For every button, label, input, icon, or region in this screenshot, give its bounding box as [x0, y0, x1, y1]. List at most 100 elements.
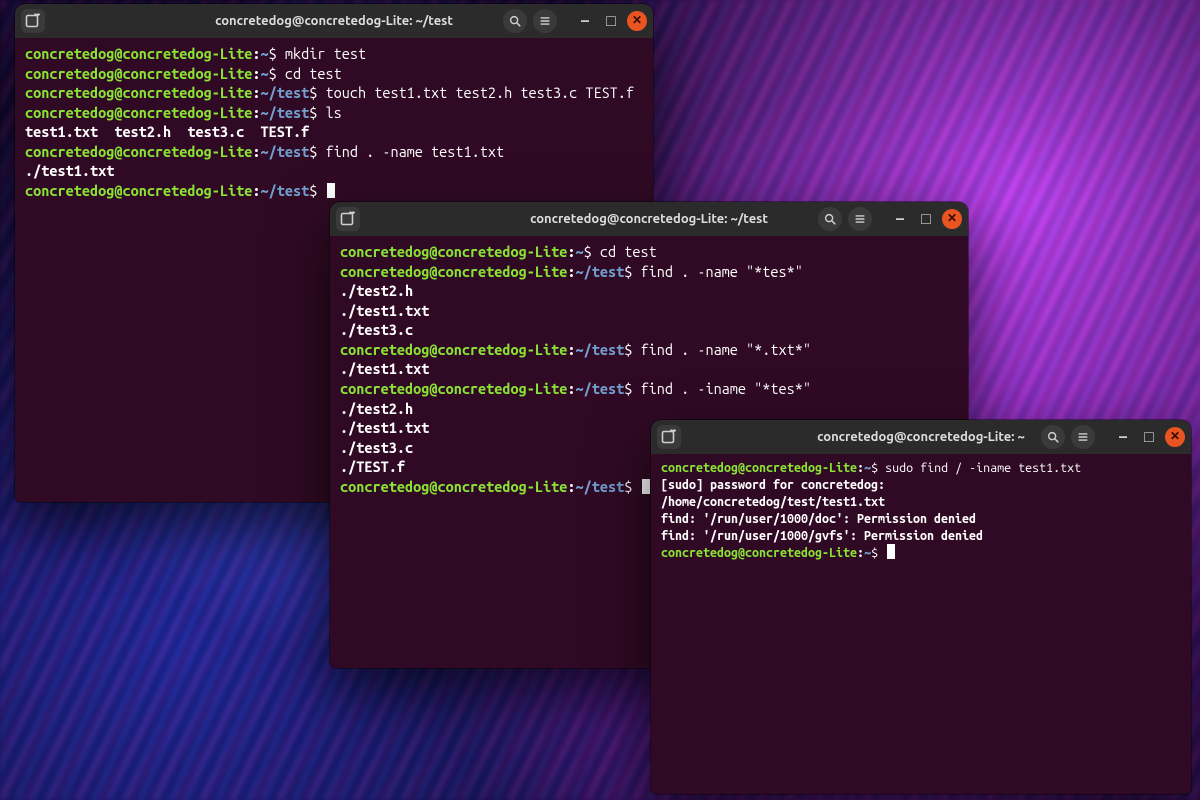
search-button[interactable] — [1041, 425, 1065, 449]
terminal-body[interactable]: concretedog@concretedog-Lite:~$ sudo fin… — [651, 454, 1191, 576]
output-text: ./test1.txt — [340, 302, 429, 319]
minimize-button[interactable]: – — [890, 207, 910, 231]
prompt-user: concretedog — [340, 243, 429, 260]
close-button[interactable]: ✕ — [942, 209, 962, 229]
prompt-user: concretedog — [661, 461, 738, 475]
terminal-line: concretedog@concretedog-Lite:~/test$ fin… — [340, 340, 958, 360]
terminal-window-3[interactable]: concretedog@concretedog-Lite: ~ — [651, 420, 1191, 794]
prompt-user: concretedog — [25, 104, 114, 121]
command-text: mkdir test — [285, 45, 366, 62]
prompt-cwd: ~/test — [576, 341, 625, 358]
command-text: ls — [325, 104, 341, 121]
minimize-button[interactable]: – — [1113, 425, 1133, 449]
close-icon: ✕ — [947, 213, 957, 225]
minimize-icon: – — [1119, 429, 1127, 445]
menu-button[interactable] — [533, 9, 557, 33]
prompt-host: concretedog-Lite — [122, 84, 252, 101]
terminal-line: ./test1.txt — [340, 301, 958, 321]
new-tab-button[interactable] — [21, 9, 45, 33]
terminal-line: concretedog@concretedog-Lite:~$ cd test — [25, 64, 643, 84]
window-title: concretedog@concretedog-Lite: ~/test — [215, 14, 453, 28]
terminal-line: ./test2.h — [340, 281, 958, 301]
terminal-line: concretedog@concretedog-Lite:~/test$ fin… — [25, 142, 643, 162]
terminal-line: concretedog@concretedog-Lite:~/test$ fin… — [340, 262, 958, 282]
search-button[interactable] — [503, 9, 527, 33]
prompt-user: concretedog — [25, 84, 114, 101]
search-icon — [823, 212, 837, 226]
window-title: concretedog@concretedog-Lite: ~/test — [530, 212, 768, 226]
terminal-line: concretedog@concretedog-Lite:~/test$ fin… — [340, 379, 958, 399]
terminal-line: concretedog@concretedog-Lite:~/test$ tou… — [25, 83, 643, 103]
prompt-cwd: ~ — [261, 45, 269, 62]
minimize-icon: – — [896, 211, 904, 227]
terminal-line: /home/concretedog/test/test1.txt — [661, 494, 1181, 511]
prompt-user: concretedog — [25, 182, 114, 199]
prompt-host: concretedog-Lite — [437, 478, 567, 495]
titlebar[interactable]: concretedog@concretedog-Lite: ~ — [651, 420, 1191, 454]
command-text: find . -name "*tes*" — [640, 263, 802, 280]
titlebar[interactable]: concretedog@concretedog-Lite: ~/test — [15, 4, 653, 38]
terminal-body[interactable]: concretedog@concretedog-Lite:~$ mkdir te… — [15, 38, 653, 215]
prompt-host: concretedog-Lite — [122, 182, 252, 199]
terminal-line: concretedog@concretedog-Lite:~$ sudo fin… — [661, 460, 1181, 477]
close-button[interactable]: ✕ — [627, 11, 647, 31]
prompt-cwd: ~/test — [261, 143, 310, 160]
terminal-line: concretedog@concretedog-Lite:~/test$ ls — [25, 103, 643, 123]
titlebar[interactable]: concretedog@concretedog-Lite: ~/test — [330, 202, 968, 236]
search-icon — [508, 14, 522, 28]
prompt-cwd: ~ — [261, 65, 269, 82]
search-button[interactable] — [818, 207, 842, 231]
maximize-button[interactable]: □ — [601, 9, 621, 33]
new-tab-icon — [340, 211, 356, 227]
prompt-host: concretedog-Lite — [122, 104, 252, 121]
minimize-icon: – — [581, 13, 589, 29]
terminal-line: [sudo] password for concretedog: — [661, 477, 1181, 494]
terminal-line: concretedog@concretedog-Lite:~$ cd test — [340, 242, 958, 262]
command-text: find . -name "*.txt*" — [640, 341, 811, 358]
minimize-button[interactable]: – — [575, 9, 595, 33]
command-text: cd test — [600, 243, 657, 260]
new-tab-icon — [661, 429, 677, 445]
new-tab-icon — [25, 13, 41, 29]
terminal-line: concretedog@concretedog-Lite:~$ mkdir te… — [25, 44, 643, 64]
terminal-line: find: '/run/user/1000/doc': Permission d… — [661, 511, 1181, 528]
prompt-host: concretedog-Lite — [122, 45, 252, 62]
menu-button[interactable] — [848, 207, 872, 231]
prompt-cwd: ~/test — [261, 182, 310, 199]
menu-icon — [538, 14, 552, 28]
terminal-line: test1.txt test2.h test3.c TEST.f — [25, 122, 643, 142]
output-text: ./test3.c — [340, 321, 413, 338]
prompt-user: concretedog — [340, 263, 429, 280]
prompt-cwd: ~/test — [576, 380, 625, 397]
close-button[interactable]: ✕ — [1165, 427, 1185, 447]
maximize-button[interactable]: □ — [1139, 425, 1159, 449]
output-text: ./test2.h — [340, 282, 413, 299]
command-text: sudo find / -iname test1.txt — [885, 461, 1081, 475]
prompt-user: concretedog — [661, 546, 738, 560]
command-text: touch test1.txt test2.h test3.c TEST.f — [325, 84, 634, 101]
prompt-cwd: ~/test — [576, 263, 625, 280]
new-tab-button[interactable] — [657, 425, 681, 449]
command-text: cd test — [285, 65, 342, 82]
menu-button[interactable] — [1071, 425, 1095, 449]
output-text: /home/concretedog/test/test1.txt — [661, 495, 885, 509]
terminal-line: concretedog@concretedog-Lite:~$ — [661, 544, 1181, 562]
search-icon — [1046, 430, 1060, 444]
command-text: find . -iname "*tes*" — [640, 380, 811, 397]
close-icon: ✕ — [632, 15, 642, 27]
output-text: ./test1.txt — [25, 162, 114, 179]
prompt-user: concretedog — [340, 341, 429, 358]
terminal-line: find: '/run/user/1000/gvfs': Permission … — [661, 528, 1181, 545]
new-tab-button[interactable] — [336, 207, 360, 231]
prompt-cwd: ~ — [576, 243, 584, 260]
output-text: find: '/run/user/1000/doc': Permission d… — [661, 512, 976, 526]
prompt-user: concretedog — [25, 65, 114, 82]
prompt-host: concretedog-Lite — [437, 380, 567, 397]
prompt-host: concretedog-Lite — [745, 546, 857, 560]
maximize-icon: □ — [606, 13, 616, 29]
prompt-host: concretedog-Lite — [122, 143, 252, 160]
command-text: find . -name test1.txt — [325, 143, 504, 160]
maximize-icon: □ — [921, 211, 931, 227]
prompt-user: concretedog — [340, 478, 429, 495]
maximize-button[interactable]: □ — [916, 207, 936, 231]
